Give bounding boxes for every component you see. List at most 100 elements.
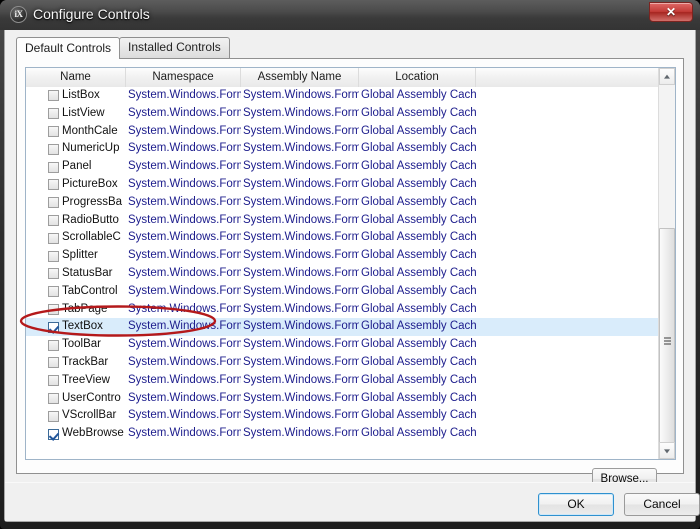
cell-name: TreeView <box>62 373 110 386</box>
cell-assembly: System.Windows.Forms <box>243 106 359 119</box>
table-row[interactable]: MonthCale System.Windows.Forms System.Wind… <box>26 122 659 141</box>
cell-name: ListView <box>62 106 105 119</box>
row-checkbox[interactable] <box>48 232 59 244</box>
scroll-up-button[interactable] <box>659 68 675 85</box>
scroll-down-arrow-icon <box>664 448 670 453</box>
table-row[interactable]: TabControl System.Windows.Forms System.Win… <box>26 282 659 301</box>
cell-namespace: System.Windows.Forms <box>128 302 241 315</box>
scroll-down-button[interactable] <box>659 442 675 459</box>
cell-namespace: System.Windows.Forms <box>128 213 241 226</box>
row-checkbox[interactable] <box>48 286 59 298</box>
dialog-window: iX Configure Controls ✕ Default Controls… <box>0 0 700 529</box>
table-row[interactable]: ListBox System.Windows.Forms System.Window… <box>26 87 659 105</box>
cell-location: Global Assembly Cache <box>361 142 476 155</box>
cell-assembly: System.Windows.Forms <box>243 249 359 262</box>
cell-name: StatusBar <box>62 266 113 279</box>
table-row[interactable]: Panel System.Windows.Forms System.Windows.… <box>26 158 659 176</box>
grid-column-header-namespace[interactable]: Namespace <box>126 68 241 87</box>
app-icon: iX <box>10 6 27 23</box>
cell-assembly: System.Windows.Forms <box>243 302 359 315</box>
table-row[interactable]: RadioButto System.Windows.Forms System.Win… <box>26 211 659 230</box>
grid-column-header-name[interactable]: Name <box>26 68 126 87</box>
row-checkbox[interactable] <box>48 197 59 209</box>
row-checkbox[interactable] <box>48 250 59 262</box>
scrollbar-track[interactable] <box>659 85 675 454</box>
ok-button[interactable]: OK <box>538 493 614 516</box>
row-checkbox[interactable] <box>48 161 59 173</box>
cell-namespace: System.Windows.Forms <box>128 266 241 279</box>
cell-location: Global Assembly Cache <box>361 106 476 119</box>
table-row[interactable]: Splitter System.Windows.Forms System.Windo… <box>26 247 659 265</box>
table-row[interactable]: WebBrowse System.Windows.Forms System.Wind… <box>26 425 659 443</box>
titlebar[interactable]: iX Configure Controls ✕ <box>0 0 700 30</box>
cell-location: Global Assembly Cache <box>361 284 476 297</box>
row-checkbox[interactable] <box>48 268 59 280</box>
cell-assembly: System.Windows.Forms <box>243 284 359 297</box>
scrollbar-thumb[interactable] <box>659 228 675 454</box>
cell-name: WebBrowse <box>62 427 124 440</box>
cell-location: Global Assembly Cache <box>361 266 476 279</box>
row-checkbox[interactable] <box>48 357 59 369</box>
tab-default-controls[interactable]: Default Controls <box>16 37 121 59</box>
cell-location: Global Assembly Cache <box>361 338 476 351</box>
row-checkbox[interactable] <box>48 179 59 191</box>
cell-namespace: System.Windows.Forms <box>128 320 241 333</box>
table-row[interactable]: TreeView System.Windows.Forms System.Windo… <box>26 371 659 390</box>
table-row[interactable]: StatusBar System.Windows.Forms System.Wind… <box>26 264 659 283</box>
table-row[interactable]: VScrollBar System.Windows.Forms System.Win… <box>26 407 659 426</box>
tab-installed-controls[interactable]: Installed Controls <box>119 37 230 58</box>
cell-name: VScrollBar <box>62 409 117 422</box>
cell-location: Global Assembly Cache <box>361 231 476 244</box>
row-checkbox[interactable] <box>48 108 59 120</box>
cell-assembly: System.Windows.Forms <box>243 320 359 333</box>
row-checkbox[interactable] <box>48 214 59 226</box>
grid-column-header-filler[interactable] <box>476 68 659 87</box>
grid-column-header-assembly-name[interactable]: Assembly Name <box>241 68 359 87</box>
row-checkbox[interactable] <box>48 321 59 333</box>
table-row[interactable]: NumericUp System.Windows.Forms System.Wind… <box>26 140 659 159</box>
row-checkbox[interactable] <box>48 410 59 422</box>
grid-header-row: Name Namespace Assembly Name Location <box>26 68 675 88</box>
row-checkbox[interactable] <box>48 392 59 404</box>
grid-column-header-location[interactable]: Location <box>359 68 476 87</box>
cell-location: Global Assembly Cache <box>361 89 476 101</box>
table-row[interactable]: PictureBox System.Windows.Forms System.Win… <box>26 175 659 194</box>
table-row[interactable]: ToolBar System.Windows.Forms System.Window… <box>26 336 659 354</box>
grid-rows[interactable]: ListBox System.Windows.Forms System.Window… <box>26 87 659 459</box>
cell-namespace: System.Windows.Forms <box>128 195 241 208</box>
row-checkbox[interactable] <box>48 375 59 387</box>
table-row[interactable]: ListView System.Windows.Forms System.Windo… <box>26 104 659 123</box>
cell-namespace: System.Windows.Forms <box>128 142 241 155</box>
grid-vertical-scrollbar[interactable] <box>658 68 675 459</box>
cell-location: Global Assembly Cache <box>361 427 476 440</box>
cell-location: Global Assembly Cache <box>361 355 476 368</box>
row-checkbox[interactable] <box>48 143 59 155</box>
cell-location: Global Assembly Cache <box>361 373 476 386</box>
cell-name: Splitter <box>62 249 98 262</box>
row-checkbox[interactable] <box>48 125 59 137</box>
cancel-button[interactable]: Cancel <box>624 493 700 516</box>
table-row[interactable]: TrackBar System.Windows.Forms System.Windo… <box>26 353 659 372</box>
row-checkbox[interactable] <box>48 428 59 440</box>
row-checkbox[interactable] <box>48 90 59 102</box>
cell-location: Global Assembly Cache <box>361 249 476 262</box>
cell-namespace: System.Windows.Forms <box>128 106 241 119</box>
scrollbar-grip-icon <box>664 337 671 345</box>
cell-location: Global Assembly Cache <box>361 124 476 137</box>
row-checkbox[interactable] <box>48 339 59 351</box>
cell-name: TabPage <box>62 302 108 315</box>
cell-location: Global Assembly Cache <box>361 320 476 333</box>
controls-grid[interactable]: Name Namespace Assembly Name Location ListB… <box>25 67 676 460</box>
table-row[interactable]: TabPage System.Windows.Forms System.Window… <box>26 300 659 319</box>
cell-name: ToolBar <box>62 338 101 351</box>
cell-location: Global Assembly Cache <box>361 302 476 315</box>
table-row[interactable]: ProgressBa System.Windows.Forms System.Win… <box>26 193 659 212</box>
close-button[interactable]: ✕ <box>649 2 693 22</box>
cell-location: Global Assembly Cache <box>361 195 476 208</box>
table-row[interactable]: ScrollableC System.Windows.Forms System.Wi… <box>26 229 659 248</box>
table-row[interactable]: UserContro System.Windows.Forms System.Win… <box>26 389 659 408</box>
row-checkbox[interactable] <box>48 303 59 315</box>
cell-name: NumericUp <box>62 142 120 155</box>
table-row[interactable]: TextBox System.Windows.Forms System.Window… <box>26 318 659 337</box>
cell-assembly: System.Windows.Forms <box>243 338 359 351</box>
